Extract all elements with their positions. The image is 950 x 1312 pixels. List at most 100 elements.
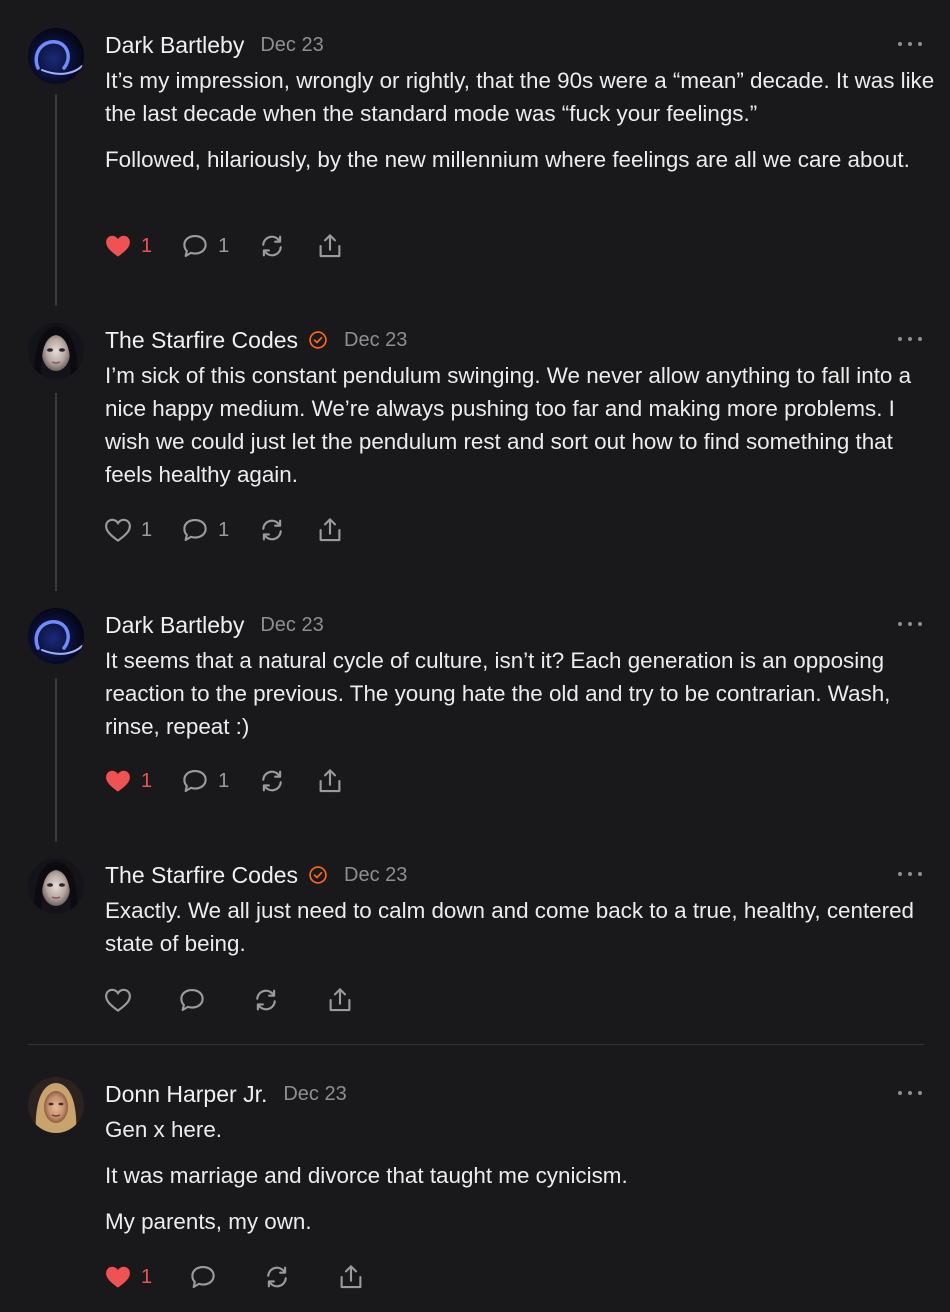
speech-bubble-icon <box>188 1262 218 1292</box>
dark-hair-portrait-avatar-image <box>28 323 84 379</box>
author-name[interactable]: Dark Bartleby <box>105 32 244 59</box>
author-name[interactable]: Donn Harper Jr. <box>105 1081 267 1108</box>
comment-actions: 1 <box>103 1260 394 1294</box>
dark-hair-portrait-avatar-image <box>28 858 84 914</box>
like-button[interactable]: 1 <box>103 231 152 261</box>
comment-paragraph: It seems that a natural cycle of culture… <box>105 648 891 739</box>
share-icon <box>315 515 345 545</box>
comment-actions <box>103 983 383 1017</box>
comment-date[interactable]: Dec 23 <box>283 1083 346 1106</box>
speech-bubble-icon <box>180 231 210 261</box>
comment-date[interactable]: Dec 23 <box>344 329 407 352</box>
comment-body: It seems that a natural cycle of culture… <box>105 644 935 756</box>
thread-divider <box>28 1044 924 1045</box>
avatar[interactable] <box>28 1077 84 1133</box>
restack-arrows-icon <box>257 766 287 796</box>
heart-icon <box>103 515 133 545</box>
like-button[interactable] <box>103 985 133 1015</box>
restack-arrows-icon <box>251 985 281 1015</box>
comment-body: I’m sick of this constant pendulum swing… <box>105 359 935 504</box>
restack-arrows-icon <box>262 1262 292 1292</box>
thread-line <box>55 94 57 306</box>
avatar[interactable] <box>28 28 84 84</box>
more-dots-icon[interactable] <box>898 34 922 54</box>
comment-paragraph: I’m sick of this constant pendulum swing… <box>105 363 912 487</box>
comment-paragraph: My parents, my own. <box>105 1209 312 1234</box>
comment-body: Gen x here. It was marriage and divorce … <box>105 1113 935 1251</box>
verified-check-icon <box>308 330 328 350</box>
restack-button[interactable] <box>257 766 287 796</box>
share-icon <box>315 231 345 261</box>
more-dots-icon[interactable] <box>898 1083 922 1103</box>
reply-button[interactable]: 1 <box>180 231 229 261</box>
reply-button[interactable] <box>188 1262 218 1292</box>
comment-header: Dark Bartleby Dec 23 <box>105 610 324 640</box>
speech-bubble-icon <box>180 515 210 545</box>
share-button[interactable] <box>315 231 345 261</box>
reply-count: 1 <box>218 769 230 792</box>
speech-bubble-icon <box>177 985 207 1015</box>
restack-arrows-icon <box>257 515 287 545</box>
avatar[interactable] <box>28 608 84 664</box>
like-count: 1 <box>141 769 153 792</box>
comment-header: The Starfire Codes Dec 23 <box>105 860 407 890</box>
reply-count: 1 <box>218 234 230 257</box>
author-name[interactable]: The Starfire Codes <box>105 862 298 889</box>
reply-button[interactable] <box>177 985 207 1015</box>
share-icon <box>336 1262 366 1292</box>
restack-arrows-icon <box>257 231 287 261</box>
heart-icon <box>103 231 133 261</box>
restack-button[interactable] <box>257 515 287 545</box>
more-dots-icon[interactable] <box>898 614 922 634</box>
blond-portrait-avatar-image <box>28 1077 84 1133</box>
share-button[interactable] <box>325 985 355 1015</box>
reply-button[interactable]: 1 <box>180 515 229 545</box>
comment-body: Exactly. We all just need to calm down a… <box>105 894 935 973</box>
comment-date[interactable]: Dec 23 <box>260 34 323 57</box>
like-button[interactable]: 1 <box>103 766 152 796</box>
comment-header: The Starfire Codes Dec 23 <box>105 325 407 355</box>
share-button[interactable] <box>336 1262 366 1292</box>
reply-count: 1 <box>218 518 230 541</box>
verified-check-icon <box>308 865 328 885</box>
speech-bubble-icon <box>180 766 210 796</box>
share-icon <box>315 766 345 796</box>
share-icon <box>325 985 355 1015</box>
share-button[interactable] <box>315 515 345 545</box>
heart-icon <box>103 1262 133 1292</box>
comment-date[interactable]: Dec 23 <box>260 614 323 637</box>
reply-button[interactable]: 1 <box>180 766 229 796</box>
more-dots-icon[interactable] <box>898 864 922 884</box>
like-count: 1 <box>141 234 153 257</box>
heart-icon <box>103 766 133 796</box>
comment-paragraph: It was marriage and divorce that taught … <box>105 1163 628 1188</box>
comment-paragraph: It’s my impression, wrongly or rightly, … <box>105 68 935 126</box>
like-count: 1 <box>141 518 153 541</box>
like-button[interactable]: 1 <box>103 515 152 545</box>
comment-date[interactable]: Dec 23 <box>344 864 407 887</box>
more-dots-icon[interactable] <box>898 329 922 349</box>
comment-paragraph: Exactly. We all just need to calm down a… <box>105 898 914 956</box>
comment-paragraph: Gen x here. <box>105 1117 222 1142</box>
avatar[interactable] <box>28 323 84 379</box>
author-name[interactable]: Dark Bartleby <box>105 612 244 639</box>
comment-header: Donn Harper Jr. Dec 23 <box>105 1079 347 1109</box>
heart-icon <box>103 985 133 1015</box>
avatar[interactable] <box>28 858 84 914</box>
share-button[interactable] <box>315 766 345 796</box>
author-name[interactable]: The Starfire Codes <box>105 327 298 354</box>
comment-header: Dark Bartleby Dec 23 <box>105 30 324 60</box>
comment-body: It’s my impression, wrongly or rightly, … <box>105 64 935 189</box>
comment-paragraph: Followed, hilariously, by the new millen… <box>105 147 910 172</box>
restack-button[interactable] <box>262 1262 292 1292</box>
comment-actions: 1 1 <box>103 513 373 547</box>
like-button[interactable]: 1 <box>103 1262 152 1292</box>
blue-arc-avatar-image <box>28 28 84 84</box>
restack-button[interactable] <box>251 985 281 1015</box>
blue-arc-avatar-image <box>28 608 84 664</box>
restack-button[interactable] <box>257 231 287 261</box>
like-count: 1 <box>141 1265 153 1288</box>
thread-line <box>55 678 57 842</box>
comment-actions: 1 1 <box>103 229 373 263</box>
comment-actions: 1 1 <box>103 764 373 798</box>
